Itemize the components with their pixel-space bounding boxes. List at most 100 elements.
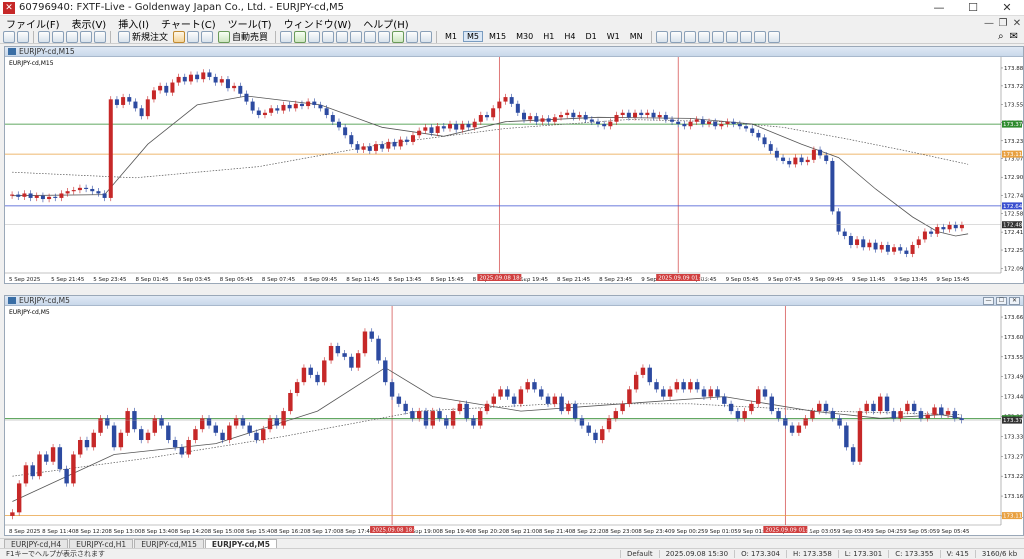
candle-bearish (799, 157, 804, 163)
horizontal-line-icon[interactable] (697, 30, 710, 43)
timeframe-h4[interactable]: H4 (560, 31, 579, 42)
candle-bearish (336, 121, 341, 128)
timeframe-h1[interactable]: H1 (539, 31, 558, 42)
price-tick-label: 172.090 (1004, 267, 1023, 273)
chat-icon[interactable]: ✉ (1010, 31, 1018, 42)
search-icon[interactable]: ⌕ (998, 31, 1004, 42)
menu-tools[interactable]: ツール(T) (222, 16, 278, 31)
candle-bearish (318, 104, 323, 109)
crosshair-icon[interactable] (669, 30, 682, 43)
status-profile[interactable]: Default (620, 550, 659, 558)
line-chart-icon[interactable] (308, 30, 321, 43)
price-chart-m15[interactable]: EURJPY-cd,M15173.880173.720173.555173.39… (5, 57, 1023, 283)
chart-shift-icon[interactable] (378, 30, 391, 43)
candle-bearish (715, 389, 720, 397)
navigator-icon[interactable] (66, 30, 78, 43)
tab-eurjpy-h1[interactable]: EURJPY-cd,H1 (69, 539, 134, 549)
candle-bearish (602, 123, 607, 127)
chart-caption[interactable]: EURJPY-cd,M5 — ☐ ✕ (5, 296, 1023, 306)
candle-bearish (111, 425, 117, 448)
timeframe-m30[interactable]: M30 (512, 31, 537, 42)
profiles-icon[interactable] (17, 30, 29, 43)
new-order-button[interactable]: 新規注文 (115, 30, 171, 43)
timeframe-m5[interactable]: M5 (463, 31, 484, 42)
candle-bearish (349, 135, 354, 145)
timeframe-w1[interactable]: W1 (603, 31, 624, 42)
timeframe-d1[interactable]: D1 (581, 31, 600, 42)
chart-window-m5[interactable]: EURJPY-cd,M5 — ☐ ✕ EURJPY-cd,M5 173.660 17… (4, 295, 1024, 536)
candle-bullish (810, 411, 815, 419)
price-tick-label: 173.660 (1004, 315, 1023, 321)
trendline-icon[interactable] (711, 30, 724, 43)
candle-bullish (71, 190, 76, 192)
metaeditor-icon[interactable] (173, 30, 186, 43)
mdi-close-button[interactable]: ✕ (1010, 18, 1024, 29)
candle-bearish (654, 382, 659, 390)
chart-window-m15[interactable]: EURJPY-cd,M15 EURJPY-cd,M15 173.880 173.72… (4, 46, 1024, 284)
menu-window[interactable]: ウィンドウ(W) (278, 16, 358, 31)
chart-minimize-button[interactable]: — (983, 296, 994, 305)
menu-insert[interactable]: 挿入(I) (112, 16, 155, 31)
new-chart-icon[interactable] (3, 30, 15, 43)
candle-bearish (844, 425, 849, 448)
candle-bearish (159, 418, 164, 426)
tab-eurjpy-h4[interactable]: EURJPY-cd,H4 (4, 539, 69, 549)
auto-trade-button[interactable]: 自動売買 (215, 30, 271, 43)
vertical-line-icon[interactable] (683, 30, 696, 43)
tile-windows-icon[interactable] (350, 30, 363, 43)
mdi-restore-button[interactable]: ❐ (996, 18, 1010, 29)
chart-restore-button[interactable]: ☐ (996, 296, 1007, 305)
price-chart-m5[interactable]: EURJPY-cd,M5 173.660 173.605 173.550 173.495… (5, 306, 1023, 535)
equidistant-channel-icon[interactable] (725, 30, 738, 43)
candle-bearish (28, 193, 33, 198)
maximize-button[interactable]: ☐ (956, 0, 990, 16)
menu-help[interactable]: ヘルプ(H) (357, 16, 414, 31)
timeframe-m15[interactable]: M15 (485, 31, 510, 42)
fibonacci-icon[interactable] (739, 30, 752, 43)
zoom-in-icon[interactable] (322, 30, 335, 43)
cursor-icon[interactable] (655, 30, 668, 43)
time-tick-label: 8 Sep 05:45 (220, 277, 254, 283)
signals-icon[interactable] (187, 30, 200, 43)
candle-bullish (10, 512, 15, 516)
market-icon[interactable] (201, 30, 214, 43)
candle-bearish (911, 403, 917, 412)
zoom-out-icon[interactable] (336, 30, 349, 43)
candlestick-icon[interactable] (294, 30, 307, 43)
tab-eurjpy-m15[interactable]: EURJPY-cd,M15 (134, 539, 204, 549)
menu-file[interactable]: ファイル(F) (0, 16, 66, 31)
candle-bearish (731, 121, 736, 124)
close-button[interactable]: ✕ (990, 0, 1024, 16)
periods-icon[interactable] (406, 30, 419, 43)
terminal-icon[interactable] (80, 30, 92, 43)
candle-bearish (330, 115, 335, 122)
data-window-icon[interactable] (52, 30, 64, 43)
candle-bearish (694, 382, 700, 390)
time-tick-label: 8 Sep 12:20 (75, 529, 109, 535)
tab-eurjpy-m5[interactable]: EURJPY-cd,M5 (204, 539, 277, 549)
chart-close-button[interactable]: ✕ (1009, 296, 1020, 305)
menu-view[interactable]: 表示(V) (66, 16, 113, 31)
candle-bearish (941, 227, 946, 230)
strategy-tester-icon[interactable] (94, 30, 106, 43)
chart-caption[interactable]: EURJPY-cd,M15 (5, 47, 1023, 57)
templates-icon[interactable] (420, 30, 433, 43)
arrows-icon[interactable] (767, 30, 780, 43)
candle-bearish (579, 418, 585, 426)
bar-chart-icon[interactable] (280, 30, 293, 43)
timeframe-mn[interactable]: MN (626, 31, 647, 42)
minimize-button[interactable]: — (922, 0, 956, 16)
menu-chart[interactable]: チャート(C) (155, 16, 222, 31)
candle-bullish (577, 115, 582, 118)
candle-bullish (10, 194, 15, 196)
mdi-minimize-button[interactable]: — (982, 18, 996, 29)
market-watch-icon[interactable] (38, 30, 50, 43)
text-icon[interactable] (753, 30, 766, 43)
autoscroll-icon[interactable] (364, 30, 377, 43)
candle-bullish (867, 242, 872, 248)
indicators-icon[interactable] (392, 30, 405, 43)
timeframe-m1[interactable]: M1 (441, 31, 461, 42)
candle-bullish (145, 99, 150, 117)
candle-bullish (892, 247, 897, 252)
candle-bullish (193, 429, 198, 441)
